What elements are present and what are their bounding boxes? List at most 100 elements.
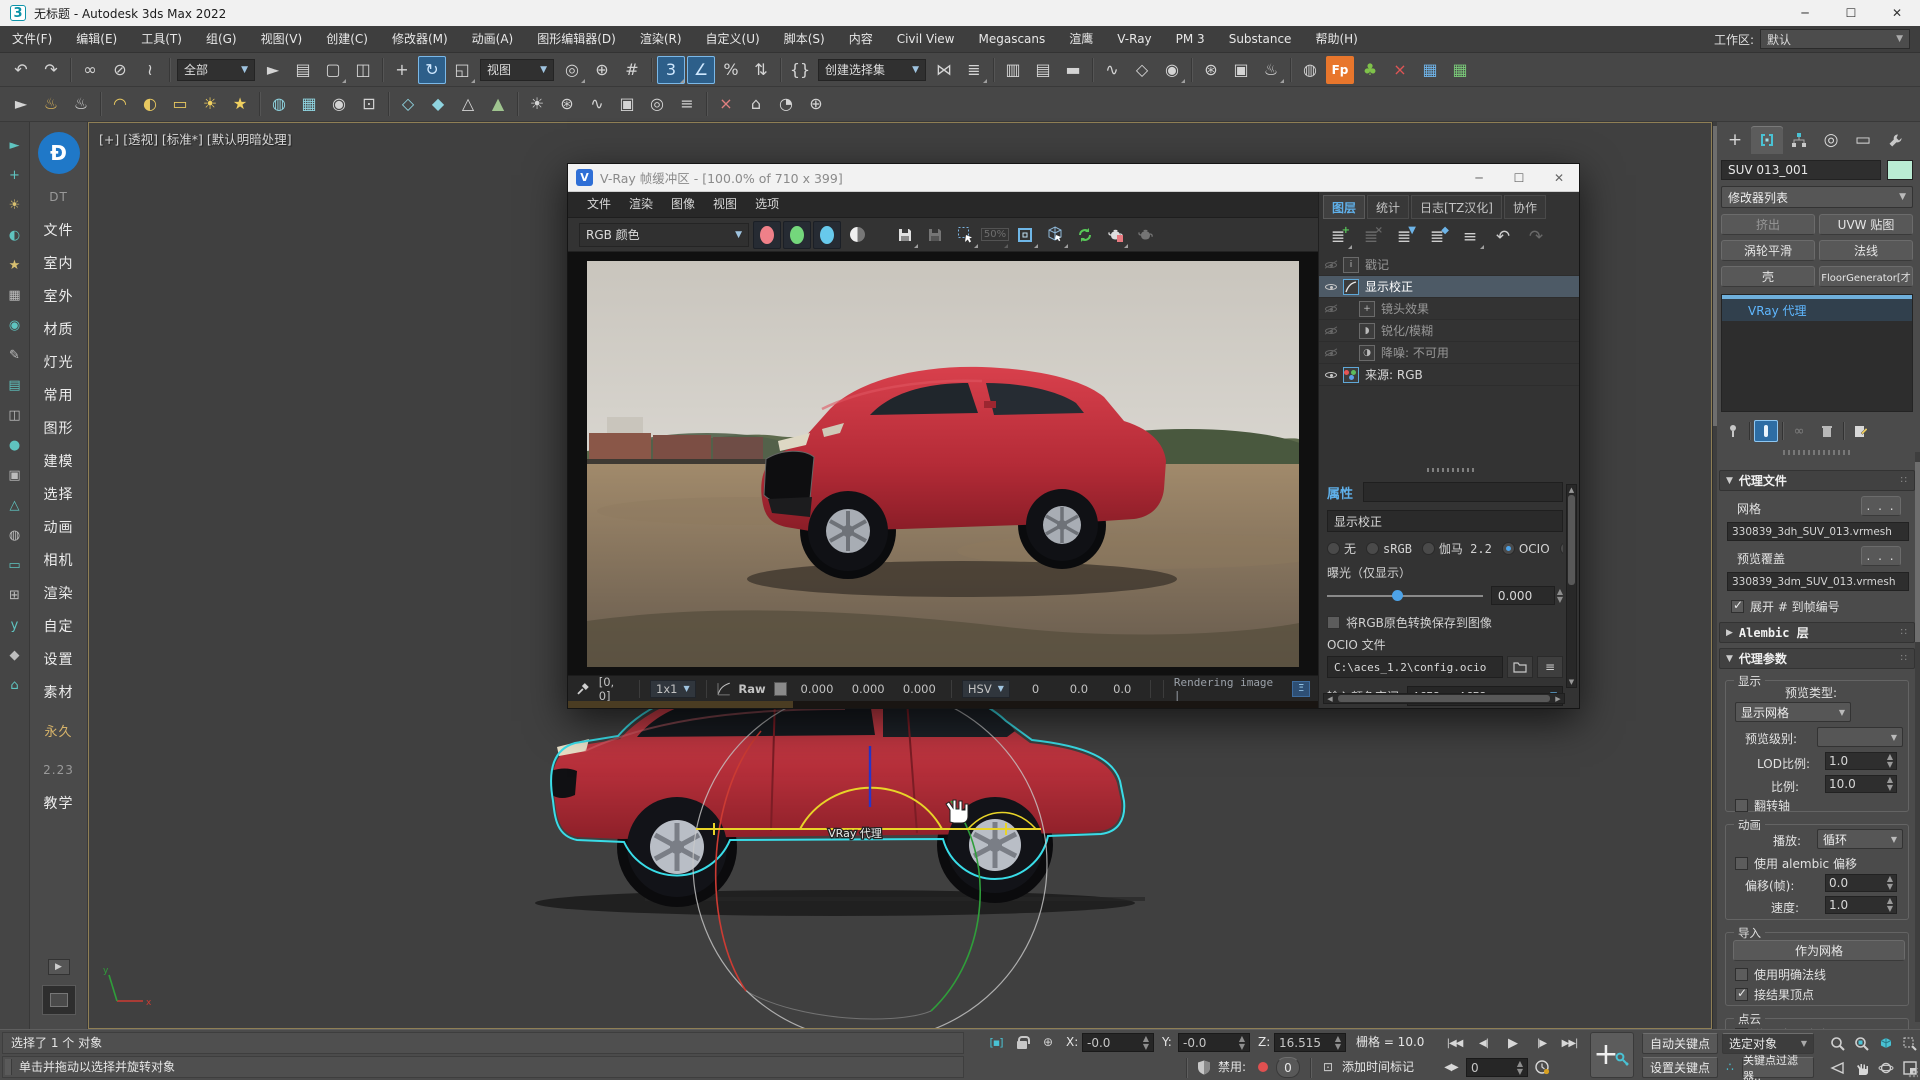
target-tool-icon[interactable]: ◎	[643, 90, 671, 118]
mesh-browse-button[interactable]: . . .	[1861, 496, 1901, 516]
menu-item-17[interactable]: V-Ray	[1105, 26, 1163, 53]
tab-utilities[interactable]	[1879, 126, 1911, 154]
visibility-eye-icon[interactable]	[1323, 258, 1339, 272]
render-teapot-icon[interactable]: ♨	[37, 90, 65, 118]
select-by-name-icon[interactable]: ▤	[289, 56, 317, 84]
checkbox-unchecked[interactable]	[1735, 799, 1748, 812]
modifier-button-3[interactable]: 涡轮平滑	[1721, 240, 1815, 261]
menu-item-13[interactable]: 内容	[837, 26, 885, 53]
rectangular-selection-icon[interactable]: ▢	[319, 56, 347, 84]
home-icon[interactable]: ⌂	[4, 670, 26, 700]
menu-item-7[interactable]: 修改器(M)	[380, 26, 460, 53]
unlink-selection-icon[interactable]: ⊘	[106, 56, 134, 84]
menu-item-20[interactable]: 帮助(H)	[1303, 26, 1369, 53]
update-refresh-button[interactable]	[1071, 221, 1099, 249]
modifier-button-4[interactable]: 法线	[1819, 240, 1913, 261]
window-icon[interactable]: ◫	[4, 400, 26, 430]
object-color-swatch[interactable]	[1887, 160, 1913, 180]
plus-box-icon[interactable]: ⊞	[4, 580, 26, 610]
key-filters-icon[interactable]: ∴	[1720, 1057, 1740, 1077]
remove-modifier-icon[interactable]	[1815, 420, 1839, 442]
render-production-icon[interactable]: ♨	[1257, 56, 1285, 84]
radio-无[interactable]	[1327, 542, 1340, 555]
show-end-result-icon[interactable]	[1754, 420, 1778, 442]
set-key-big-button[interactable]: +	[1590, 1032, 1634, 1078]
sidebar-item-17[interactable]: 永久	[44, 714, 72, 747]
menu-item-18[interactable]: PM 3	[1164, 26, 1217, 53]
key-mode-toggle-icon[interactable]: ◀▶	[1441, 1057, 1461, 1078]
menu-item-6[interactable]: 创建(C)	[314, 26, 380, 53]
vfb-minimize-button[interactable]: ─	[1459, 164, 1499, 191]
sidebar-item-7[interactable]: 常用	[44, 378, 74, 411]
bind-to-spacewarp-icon[interactable]: ≀	[136, 56, 164, 84]
star-icon[interactable]: ★	[4, 250, 26, 280]
auto-key-button[interactable]: 自动关键点	[1642, 1033, 1718, 1054]
list-tool-icon[interactable]: ≡	[673, 90, 701, 118]
reference-coordinate-dropdown[interactable]: 视图▼	[480, 59, 554, 81]
track-mouse-button[interactable]	[1041, 221, 1069, 249]
vfb-tab-2[interactable]: 统计	[1367, 195, 1409, 219]
offset-spinner[interactable]: 0.0▲▼	[1825, 874, 1897, 892]
rendered-frame-icon[interactable]: ▣	[1227, 56, 1255, 84]
checkbox-unchecked[interactable]	[1735, 968, 1748, 981]
playback-dropdown[interactable]: 循环▼	[1817, 829, 1903, 849]
selection-lock-icon[interactable]	[1012, 1032, 1032, 1052]
cone-helper-icon[interactable]: △	[454, 90, 482, 118]
list-icon[interactable]: ▤	[4, 370, 26, 400]
scale-spinner[interactable]: 10.0▲▼	[1825, 775, 1897, 793]
sidebar-item-2[interactable]: 文件	[44, 213, 74, 246]
vfb-layer-curve[interactable]: 显示校正	[1319, 276, 1579, 298]
visibility-eye-icon[interactable]	[1323, 346, 1339, 360]
home-tool-icon[interactable]: ⌂	[742, 90, 770, 118]
curve-tool-icon[interactable]: ∿	[583, 90, 611, 118]
vfb-titlebar[interactable]: V V-Ray 帧缓冲区 - [100.0% of 710 x 399] ─ ☐…	[568, 164, 1579, 192]
curve-editor-icon[interactable]: ∿	[1098, 56, 1126, 84]
layer-explorer-icon[interactable]: ▤	[1029, 56, 1057, 84]
x-coordinate-field[interactable]: -0.0▲▼	[1082, 1033, 1154, 1052]
delete-layer-button[interactable]: ≣×	[1356, 224, 1386, 250]
previous-frame-button[interactable]: ◀|	[1470, 1033, 1497, 1054]
keyboard-override-icon[interactable]: #	[618, 56, 646, 84]
pointer-icon[interactable]: ►	[4, 130, 26, 160]
sidebar-item-14[interactable]: 自定	[44, 609, 74, 642]
stack-item-vray-proxy[interactable]: VRay 代理	[1722, 299, 1912, 321]
mono-channel-toggle[interactable]	[843, 221, 871, 249]
sidebar-item-12[interactable]: 相机	[44, 543, 74, 576]
light-icon[interactable]: ☀	[4, 190, 26, 220]
menu-item-3[interactable]: 图像	[662, 191, 704, 218]
sidebar-item-16[interactable]: 素材	[44, 675, 74, 708]
viewport-label[interactable]: [+] [透视] [标准*] [默认明暗处理]	[99, 129, 292, 148]
flip-axis-checkbox-row[interactable]: 翻转轴	[1735, 797, 1790, 814]
lod-spinner[interactable]: 1.0▲▼	[1825, 752, 1897, 770]
sidebar-item-6[interactable]: 灯光	[44, 345, 74, 378]
panel-scrollbar[interactable]	[1713, 122, 1717, 1029]
radio-sRGB[interactable]	[1366, 542, 1379, 555]
menu-item-1[interactable]: 文件	[578, 191, 620, 218]
vfb-tab-3[interactable]: 日志[TZ汉化]	[1411, 195, 1502, 219]
preview-browse-button[interactable]: . . .	[1861, 546, 1901, 566]
delete-tool-icon[interactable]: ×	[712, 90, 740, 118]
vfb-render-canvas[interactable]	[568, 252, 1318, 675]
vfb-layer-sharpen[interactable]: ◗锐化/模糊	[1319, 320, 1579, 342]
sidebar-expand-button[interactable]: ▶	[48, 959, 70, 975]
ocio-path-field[interactable]: C:\aces_1.2\config.ocio	[1327, 656, 1503, 678]
sidebar-item-13[interactable]: 渲染	[44, 576, 74, 609]
maximize-button[interactable]: ☐	[1828, 0, 1874, 26]
progress-log-icon[interactable]: Ξ	[1292, 681, 1310, 697]
sidebar-item-15[interactable]: 设置	[44, 642, 74, 675]
box-map-icon[interactable]: ⊡	[355, 90, 383, 118]
render-last-button[interactable]	[1101, 221, 1129, 249]
diamond-icon[interactable]: ◆	[4, 640, 26, 670]
preview-path-field[interactable]: 330839_3dm_SUV_013.vrmesh	[1727, 572, 1909, 591]
tab-create[interactable]: +	[1719, 126, 1751, 154]
hsv-dropdown[interactable]: HSV▼	[962, 680, 1010, 698]
blue-channel-toggle[interactable]	[813, 221, 841, 249]
weld-vertices-checkbox-row[interactable]: 接结果顶点	[1735, 986, 1814, 1003]
pyramid-icon[interactable]: ▲	[484, 90, 512, 118]
sidebar-item-10[interactable]: 选择	[44, 477, 74, 510]
preview-level-dropdown[interactable]: ▼	[1817, 727, 1903, 747]
sphere-icon[interactable]: ◉	[4, 310, 26, 340]
test-resolution-button[interactable]: 50%	[981, 221, 1009, 249]
go-to-end-button[interactable]: ▶▶|	[1556, 1033, 1583, 1054]
zero-button[interactable]: 0	[1276, 1057, 1300, 1078]
